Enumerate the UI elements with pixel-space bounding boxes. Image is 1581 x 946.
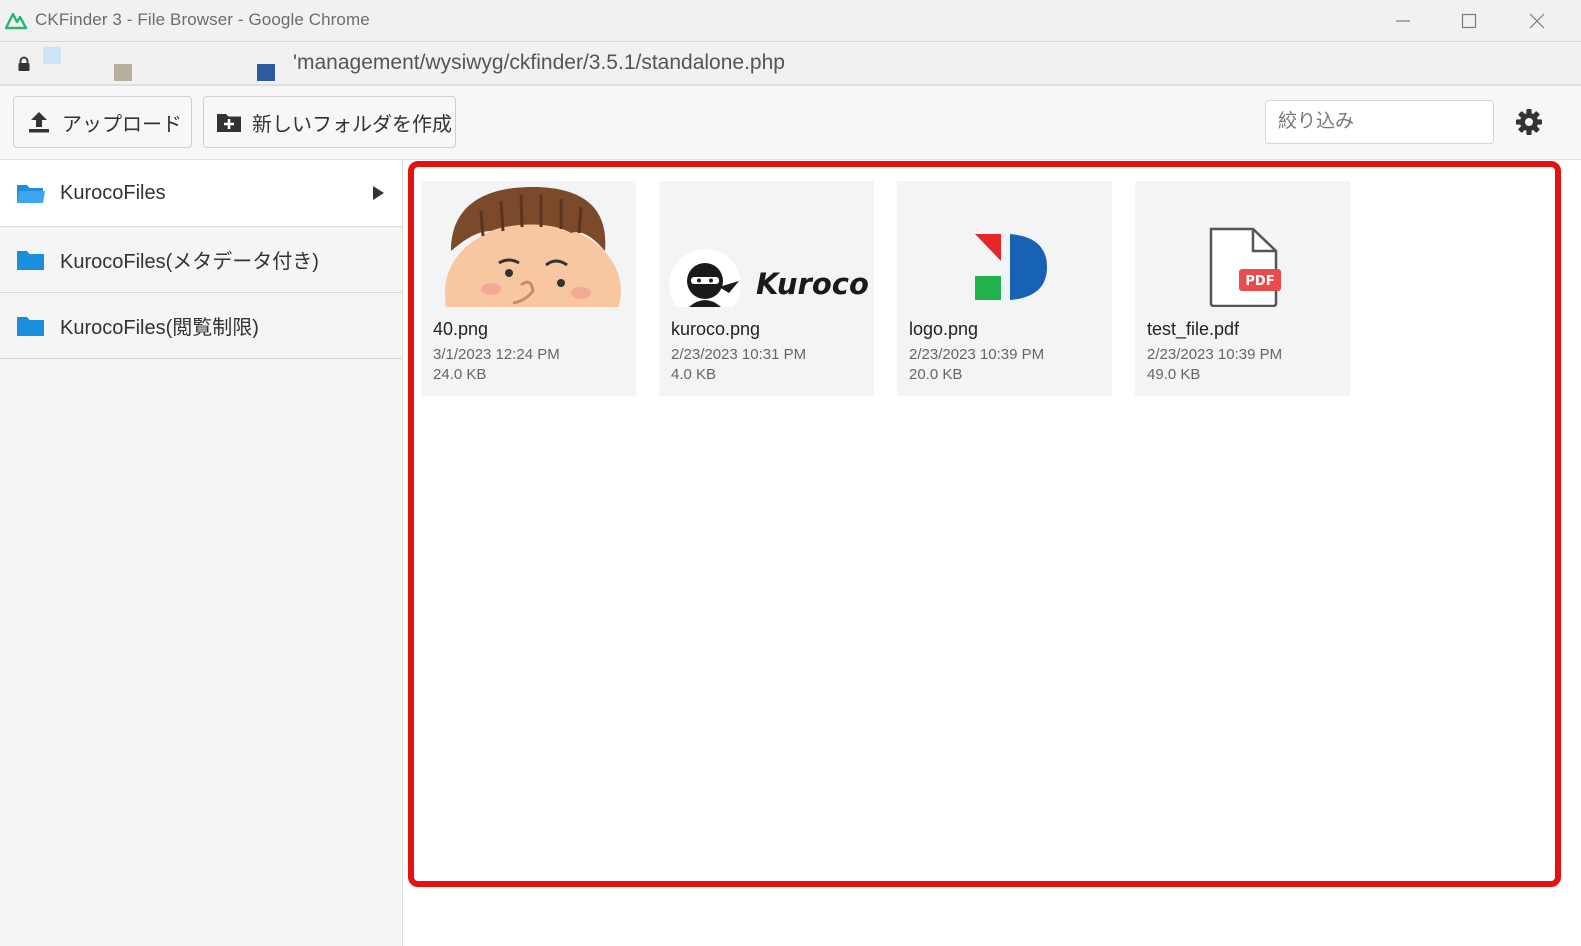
redacted-block bbox=[257, 64, 275, 81]
upload-button[interactable]: アップロード bbox=[13, 96, 192, 148]
pdf-file-icon: PDF bbox=[1209, 227, 1281, 307]
sidebar-item-kurocofiles-restricted[interactable]: KurocoFiles(閲覧制限) bbox=[0, 293, 402, 359]
file-size: 49.0 KB bbox=[1147, 366, 1201, 383]
folder-tree: KurocoFiles KurocoFiles(メタデータ付き) KurocoF… bbox=[0, 161, 403, 946]
file-date: 3/1/2023 12:24 PM bbox=[433, 346, 560, 363]
close-button[interactable] bbox=[1504, 0, 1570, 42]
face-illustration-thumbnail bbox=[421, 181, 636, 307]
file-name: kuroco.png bbox=[671, 319, 761, 339]
file-date: 2/23/2023 10:39 PM bbox=[909, 346, 1045, 363]
minimize-icon bbox=[1396, 20, 1410, 22]
window-title: CKFinder 3 - File Browser - Google Chrom… bbox=[35, 10, 370, 29]
upload-label: アップロード bbox=[62, 113, 182, 136]
sidebar-item-label: KurocoFiles(閲覧制限) bbox=[60, 317, 259, 339]
file-name: 40.png bbox=[433, 319, 489, 339]
file-item[interactable]: PDF test_file.pdf 2/23/2023 10:39 PM 49.… bbox=[1135, 181, 1350, 396]
file-size: 4.0 KB bbox=[671, 366, 717, 383]
file-item[interactable]: 40.png 3/1/2023 12:24 PM 24.0 KB bbox=[421, 181, 636, 396]
file-date: 2/23/2023 10:39 PM bbox=[1147, 346, 1283, 363]
kuroco-logo-text: Kuroco bbox=[756, 267, 869, 301]
toolbar: アップロード 新しいフォルダを作成 bbox=[0, 86, 1581, 160]
sidebar-item-kurocofiles[interactable]: KurocoFiles bbox=[0, 161, 402, 227]
upload-icon bbox=[29, 112, 49, 133]
lock-icon bbox=[18, 56, 30, 71]
expand-arrow-icon[interactable] bbox=[371, 185, 385, 201]
settings-gear-icon[interactable] bbox=[1515, 108, 1543, 136]
sidebar-item-label: KurocoFiles(メタデータ付き) bbox=[60, 251, 319, 273]
sidebar-item-kurocofiles-metadata[interactable]: KurocoFiles(メタデータ付き) bbox=[0, 227, 402, 293]
colored-shapes-logo-thumbnail bbox=[897, 181, 1112, 307]
address-bar[interactable]: 'management/wysiwyg/ckfinder/3.5.1/stand… bbox=[0, 42, 1581, 86]
new-folder-label: 新しいフォルダを作成 bbox=[252, 113, 452, 136]
file-name: logo.png bbox=[909, 319, 979, 339]
filter-input[interactable] bbox=[1265, 100, 1494, 144]
folder-icon bbox=[17, 250, 44, 270]
folder-open-icon bbox=[17, 184, 45, 203]
file-size: 20.0 KB bbox=[909, 366, 963, 383]
minimize-button[interactable] bbox=[1370, 0, 1436, 42]
maximize-button[interactable] bbox=[1436, 0, 1502, 42]
new-folder-button[interactable]: 新しいフォルダを作成 bbox=[203, 96, 456, 148]
close-icon bbox=[1529, 13, 1545, 29]
app-logo-icon bbox=[4, 12, 28, 30]
window-titlebar: CKFinder 3 - File Browser - Google Chrom… bbox=[0, 0, 1581, 42]
folder-plus-icon bbox=[217, 114, 241, 132]
file-date: 2/23/2023 10:31 PM bbox=[671, 346, 807, 363]
pdf-file-thumbnail: PDF bbox=[1135, 181, 1350, 307]
url-text[interactable]: 'management/wysiwyg/ckfinder/3.5.1/stand… bbox=[293, 51, 785, 75]
kuroco-logo-thumbnail: Kuroco bbox=[659, 181, 874, 307]
maximize-icon bbox=[1461, 13, 1477, 29]
folder-icon bbox=[17, 316, 44, 336]
file-item[interactable]: Kuroco kuroco.png 2/23/2023 10:31 PM 4.0… bbox=[659, 181, 874, 396]
sidebar-item-label: KurocoFiles bbox=[60, 182, 166, 204]
redacted-block bbox=[43, 47, 61, 64]
file-item[interactable]: logo.png 2/23/2023 10:39 PM 20.0 KB bbox=[897, 181, 1112, 396]
file-size: 24.0 KB bbox=[433, 366, 487, 383]
redacted-block bbox=[114, 64, 132, 81]
pdf-badge-text: PDF bbox=[1245, 274, 1274, 289]
file-name: test_file.pdf bbox=[1147, 319, 1240, 339]
